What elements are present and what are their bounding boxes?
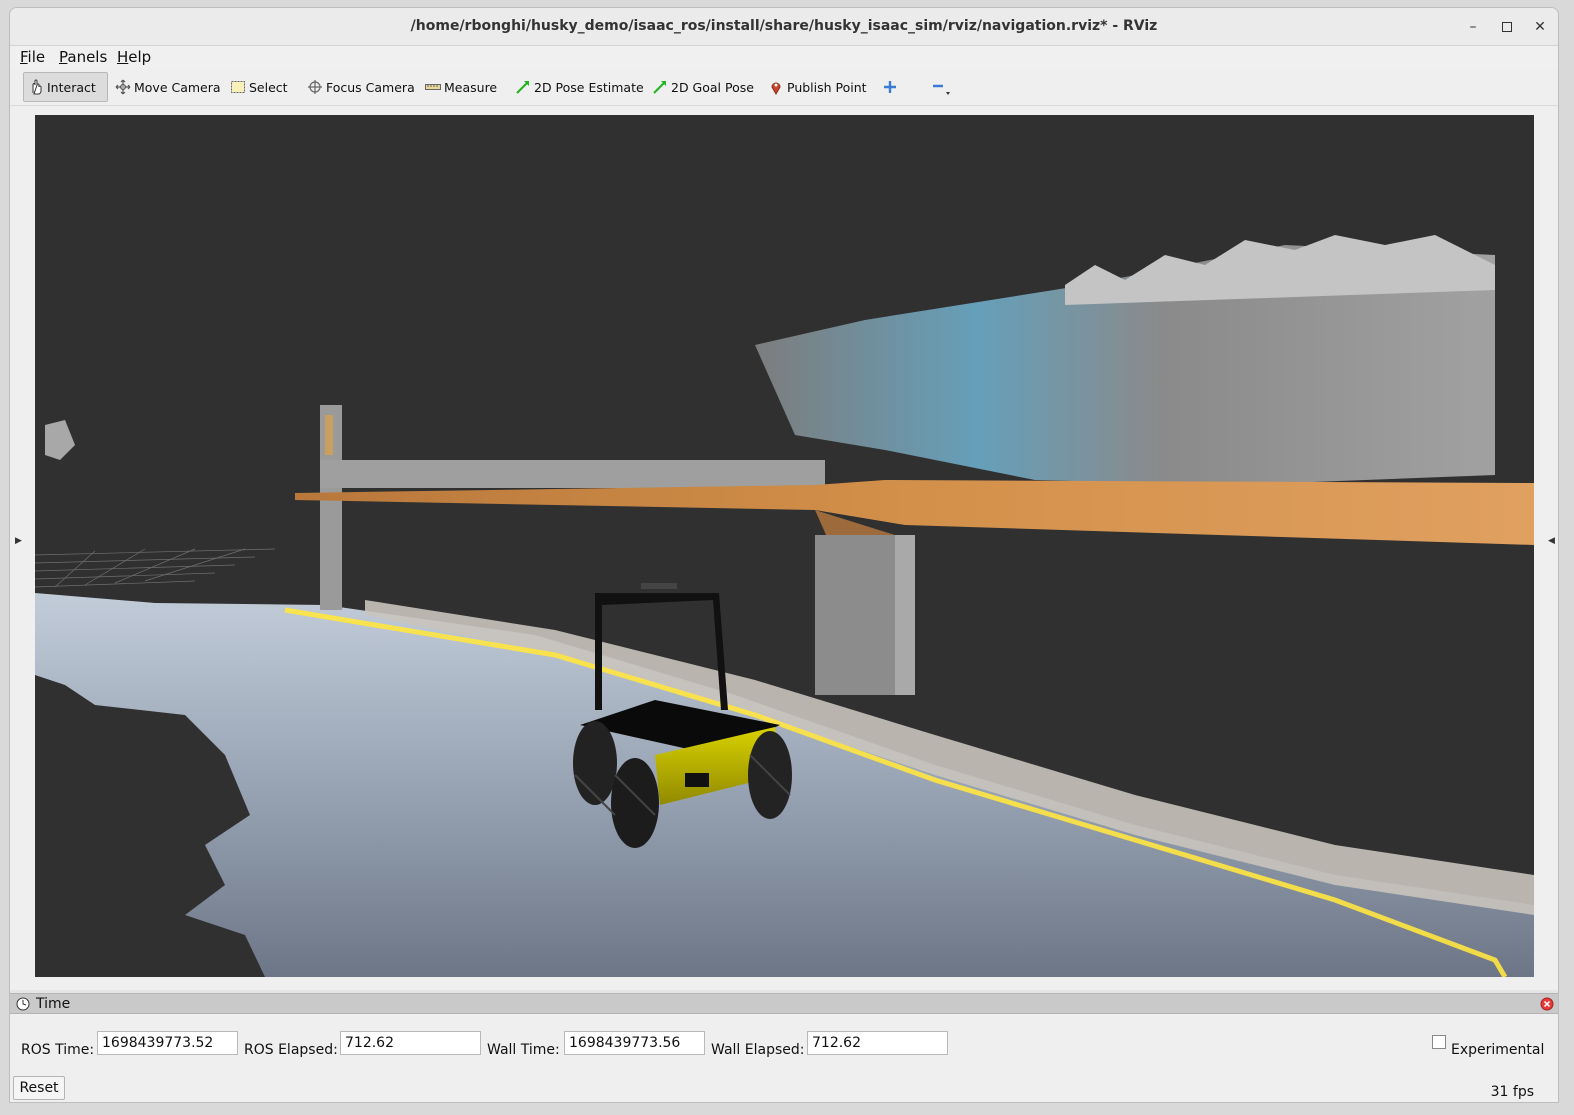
select-box-icon [231, 81, 245, 93]
left-dock-collapse-icon[interactable]: ▶ [15, 536, 22, 546]
ruler-icon [425, 84, 441, 90]
focus-camera-tool-label: Focus Camera [326, 79, 415, 95]
wall-elapsed-label: Wall Elapsed: [711, 1042, 805, 1058]
interact-tool-button[interactable]: Interact [23, 72, 108, 102]
center-pillar [815, 535, 895, 695]
measure-tool-label: Measure [444, 79, 498, 95]
menu-panels-label: anels [67, 48, 108, 66]
minimize-button[interactable]: – [1463, 17, 1483, 37]
publish-point-tool-label: Publish Point [787, 79, 867, 95]
menu-file-mnemonic: F [20, 48, 28, 66]
shelf-top [320, 460, 825, 488]
3d-scene [35, 235, 1534, 977]
menu-help-label: elp [128, 48, 152, 66]
ros-elapsed-label: ROS Elapsed: [244, 1042, 338, 1058]
menu-help[interactable]: Help [117, 48, 151, 66]
distant-object [45, 420, 75, 460]
render-panel: ▶ ◀ [10, 106, 1558, 990]
menu-help-mnemonic: H [117, 48, 129, 66]
green-arrow-icon [653, 81, 666, 94]
publish-point-tool-button[interactable]: Publish Point [764, 72, 871, 102]
menu-file[interactable]: File [20, 48, 45, 66]
pose-estimate-tool-button[interactable]: 2D Pose Estimate [511, 72, 648, 102]
experimental-checkbox[interactable] [1432, 1035, 1446, 1049]
measure-tool-button[interactable]: Measure [421, 72, 501, 102]
menu-file-label: ile [27, 48, 46, 66]
focus-camera-tool-button[interactable]: Focus Camera [303, 72, 419, 102]
time-panel-title: Time [36, 996, 71, 1012]
close-panel-icon[interactable] [1540, 997, 1554, 1011]
maximize-icon [1502, 22, 1512, 32]
grid-lines [35, 548, 276, 588]
ros-time-label: ROS Time: [21, 1042, 95, 1058]
move-camera-tool-label: Move Camera [134, 79, 221, 95]
plus-icon [884, 81, 896, 93]
title-bar[interactable]: /home/rbonghi/husky_demo/isaac_ros/insta… [10, 8, 1558, 46]
ros-elapsed-field[interactable]: 712.62 [340, 1031, 481, 1055]
map-pin-icon [771, 82, 781, 95]
green-arrow-icon [516, 81, 529, 94]
3d-viewport[interactable] [35, 115, 1534, 977]
select-tool-label: Select [249, 79, 288, 95]
select-tool-button[interactable]: Select [226, 72, 292, 102]
hand-pointer-icon [32, 79, 42, 95]
remove-tool-button[interactable] [926, 72, 957, 102]
time-panel-header: Time [10, 993, 1558, 1014]
tool-bar: Interact Move Camera Select Focus Camera… [10, 68, 1558, 106]
wall-elapsed-field[interactable]: 712.62 [807, 1031, 948, 1055]
clock-icon [16, 997, 30, 1011]
pose-estimate-tool-label: 2D Pose Estimate [534, 79, 644, 95]
maximize-button[interactable] [1497, 17, 1517, 37]
crosshair-icon [308, 80, 322, 94]
menu-panels[interactable]: Panels [59, 48, 107, 66]
wall-time-field[interactable]: 1698439773.56 [564, 1031, 705, 1055]
minus-icon [933, 84, 950, 95]
add-tool-button[interactable] [878, 72, 905, 102]
goal-pose-tool-button[interactable]: 2D Goal Pose [648, 72, 758, 102]
move-camera-tool-button[interactable]: Move Camera [111, 72, 225, 102]
fps-readout: 31 fps [1490, 1084, 1534, 1100]
window-title: /home/rbonghi/husky_demo/isaac_ros/insta… [410, 18, 1158, 34]
wall-time-label: Wall Time: [487, 1042, 560, 1058]
time-panel: ROS Time: 1698439773.52 ROS Elapsed: 712… [10, 1014, 1558, 1102]
experimental-label: Experimental [1451, 1042, 1545, 1058]
reset-button[interactable]: Reset [13, 1076, 65, 1100]
right-dock-collapse-icon[interactable]: ◀ [1548, 536, 1555, 546]
rviz-window: /home/rbonghi/husky_demo/isaac_ros/insta… [9, 7, 1559, 1103]
ros-time-field[interactable]: 1698439773.52 [97, 1031, 238, 1055]
move-arrows-icon [115, 79, 131, 95]
close-button[interactable]: ✕ [1530, 17, 1550, 37]
menu-bar: File Panels Help [10, 46, 1558, 68]
goal-pose-tool-label: 2D Goal Pose [671, 79, 754, 95]
interact-tool-label: Interact [47, 79, 96, 95]
